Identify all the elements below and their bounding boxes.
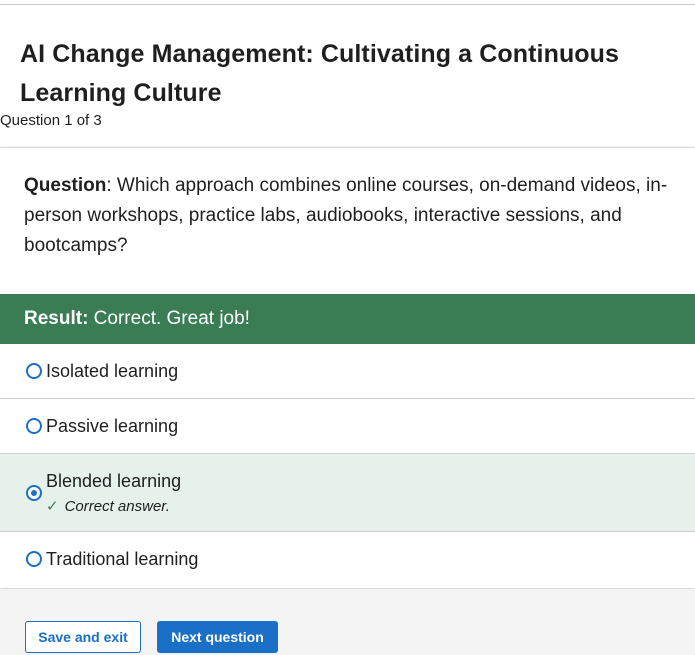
check-icon: ✓ xyxy=(46,498,59,515)
option-blended-learning[interactable]: Blended learning ✓ Correct answer. xyxy=(0,454,695,532)
save-and-exit-button[interactable]: Save and exit xyxy=(25,621,141,653)
option-traditional-learning[interactable]: Traditional learning xyxy=(0,532,695,587)
quiz-footer: Save and exit Next question xyxy=(0,589,695,655)
radio-button[interactable] xyxy=(26,418,42,434)
page-title: AI Change Management: Cultivating a Cont… xyxy=(20,40,620,107)
question-body: : Which approach combines online courses… xyxy=(24,175,668,256)
question-card: Question: Which approach combines online… xyxy=(0,147,695,588)
option-label: Blended learning xyxy=(46,471,182,491)
question-prefix: Question xyxy=(24,175,107,196)
option-label: Passive learning xyxy=(46,416,179,436)
option-isolated-learning[interactable]: Isolated learning xyxy=(0,344,695,399)
radio-button-selected[interactable] xyxy=(26,485,42,501)
result-text: Correct. Great job! xyxy=(88,308,250,329)
radio-button[interactable] xyxy=(26,363,42,379)
option-label: Traditional learning xyxy=(46,549,199,569)
next-question-button[interactable]: Next question xyxy=(157,621,278,653)
radio-button[interactable] xyxy=(26,551,42,567)
quiz-header: AI Change Management: Cultivating a Cont… xyxy=(0,5,695,145)
result-prefix: Result: xyxy=(24,308,89,329)
question-text: Question: Which approach combines online… xyxy=(24,171,689,261)
question-counter: Question 1 of 3 xyxy=(0,112,102,129)
result-banner: Result: Correct. Great job! xyxy=(0,294,695,344)
option-label: Isolated learning xyxy=(46,361,179,381)
answer-feedback: ✓ Correct answer. xyxy=(46,497,170,515)
option-passive-learning[interactable]: Passive learning xyxy=(0,399,695,454)
feedback-text: Correct answer. xyxy=(64,498,170,515)
